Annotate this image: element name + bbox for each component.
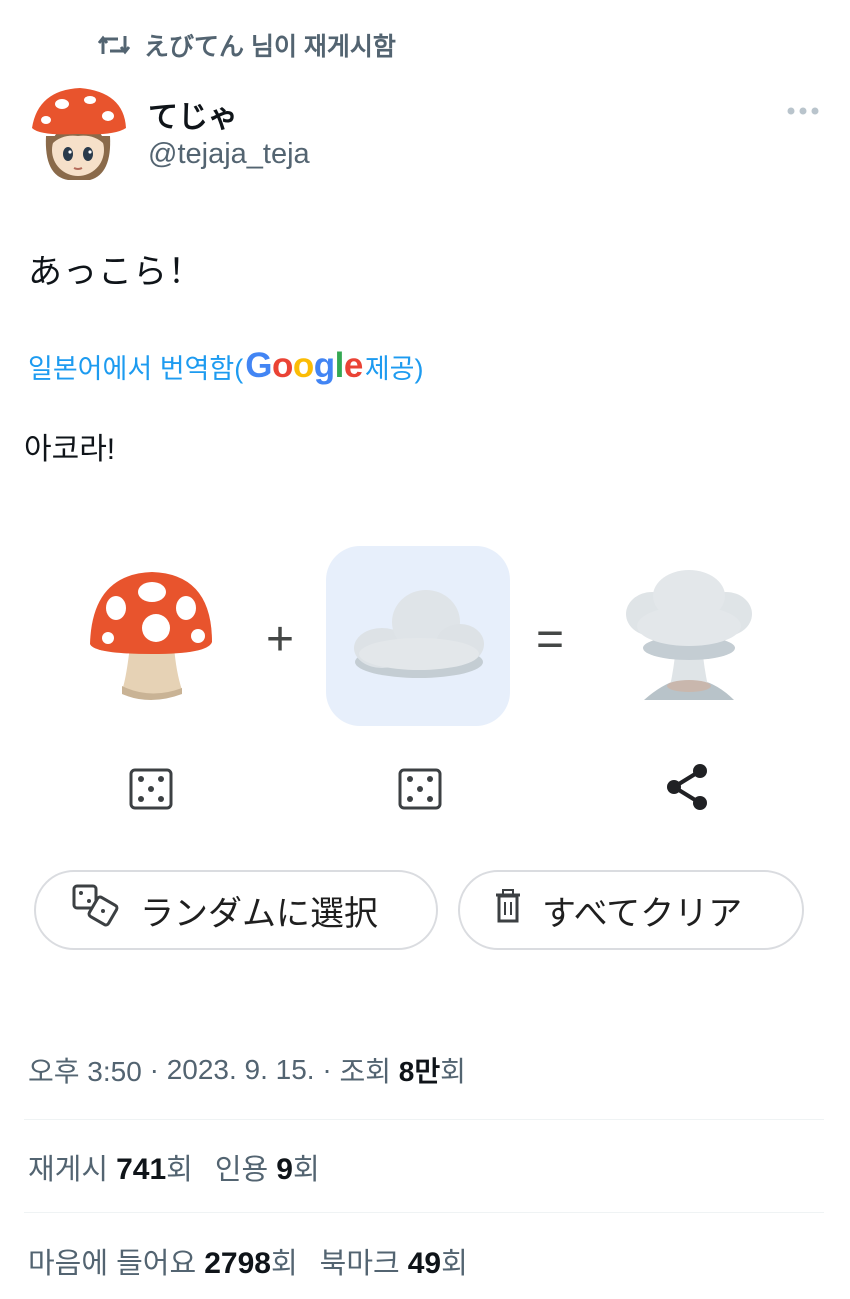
views-suffix: 회	[440, 1056, 466, 1087]
tweet-date[interactable]: 2023. 9. 15.	[167, 1054, 315, 1086]
translated-text: 아코라!	[24, 433, 116, 466]
cloud-emoji-icon[interactable]	[352, 588, 486, 689]
likes-stat[interactable]: 마음에 들어요 2798회	[28, 1240, 298, 1282]
random-select-button[interactable]: ランダムに選択	[34, 870, 438, 950]
equals-sign: =	[536, 613, 565, 666]
plus-sign: +	[266, 613, 295, 666]
bookmarks-label: 북마크	[319, 1248, 408, 1280]
avatar[interactable]	[28, 84, 128, 184]
quotes-label: 인용	[214, 1154, 277, 1186]
author-name[interactable]: てじゃ	[148, 92, 238, 136]
retweets-stat[interactable]: 재게시 741회	[28, 1146, 193, 1188]
translate-suffix: 제공)	[364, 353, 424, 384]
share-icon[interactable]	[664, 762, 710, 817]
dice-icon[interactable]	[129, 768, 173, 815]
clear-all-label: すべてクリア	[542, 894, 743, 933]
quotes-count: 9	[276, 1153, 293, 1186]
meta-separator: ·	[141, 1054, 167, 1085]
likes-label: 마음에 들어요	[28, 1248, 205, 1280]
tweet-meta: 오후 3:50 · 2023. 9. 15. · 조회 8만 회	[28, 1050, 466, 1090]
translate-label: 일본어에서 번역함(	[28, 353, 244, 384]
bookmarks-count: 49	[407, 1247, 442, 1280]
quotes-suffix: 회	[292, 1154, 320, 1186]
views-count: 8만	[398, 1056, 441, 1087]
retweet-context[interactable]: えびてん 님이 재게시함	[98, 28, 396, 62]
divider	[24, 1212, 824, 1213]
trash-icon	[494, 888, 522, 932]
dice-pair-icon	[72, 884, 120, 937]
retweets-label: 재게시	[28, 1154, 117, 1186]
views-label: 조회	[339, 1056, 399, 1087]
more-options-icon[interactable]	[786, 104, 820, 122]
engagement-stats: 재게시 741회 인용 9회	[28, 1146, 320, 1188]
tweet-time[interactable]: 오후 3:50	[28, 1050, 142, 1090]
retweets-suffix: 회	[166, 1154, 193, 1186]
divider	[24, 1119, 824, 1120]
mushroom-cloud-emoji-icon	[622, 568, 756, 709]
likes-count: 2798	[204, 1247, 271, 1280]
clear-all-button[interactable]: すべてクリア	[458, 870, 804, 950]
quotes-stat[interactable]: 인용 9회	[215, 1146, 320, 1188]
meta-separator: ·	[314, 1054, 340, 1085]
translation-attribution[interactable]: 일본어에서 번역함( Google 제공)	[28, 346, 424, 386]
retweets-count: 741	[116, 1153, 167, 1186]
mushroom-emoji-icon[interactable]	[86, 568, 216, 709]
random-select-label: ランダムに選択	[140, 894, 378, 933]
author-handle[interactable]: @tejaja_teja	[148, 138, 310, 171]
google-logo: Google	[245, 346, 363, 385]
engagement-stats: 마음에 들어요 2798회 북마크 49회	[28, 1240, 468, 1282]
dice-icon[interactable]	[398, 768, 442, 815]
retweet-icon	[98, 32, 130, 58]
tweet-text: あっこら！	[28, 253, 203, 291]
mushroom-girl-avatar-icon	[28, 84, 128, 184]
retweet-label: えびてん 님이 재게시함	[144, 33, 396, 61]
bookmarks-suffix: 회	[441, 1248, 468, 1280]
bookmarks-stat[interactable]: 북마크 49회	[320, 1240, 468, 1282]
likes-suffix: 회	[270, 1248, 298, 1280]
